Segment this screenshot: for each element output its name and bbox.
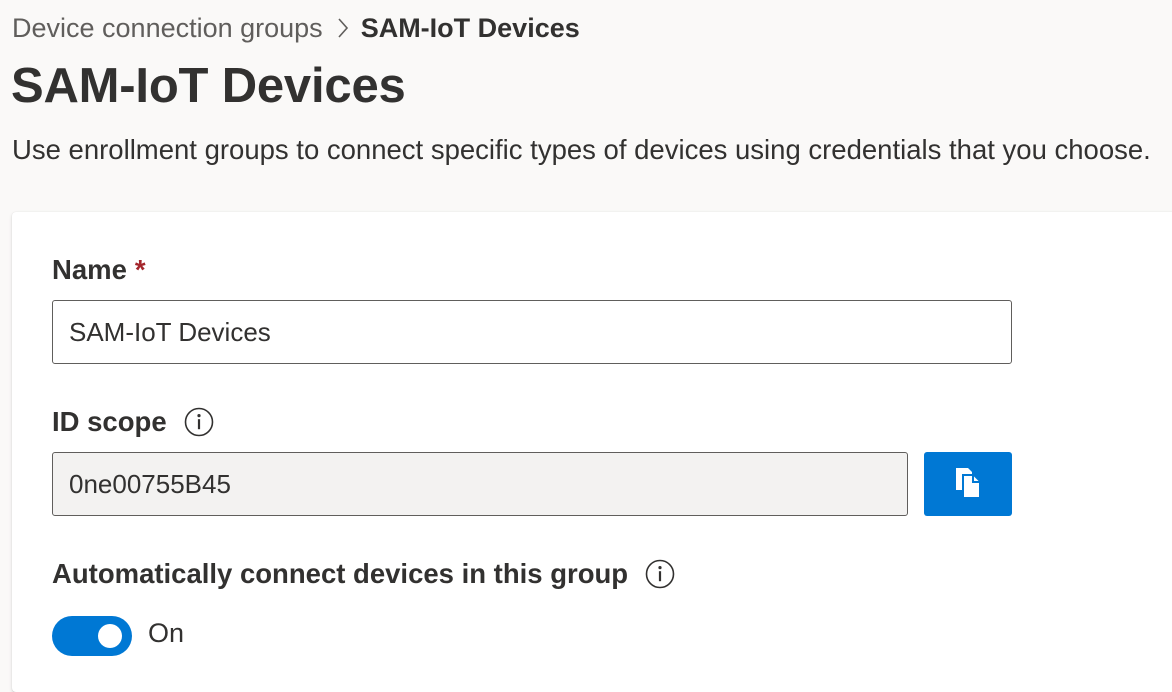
name-field-label: Name * [52,254,146,286]
chevron-right-icon [337,17,349,39]
breadcrumb-current: SAM-IoT Devices [360,12,580,43]
auto-connect-field-label: Automatically connect devices in this gr… [52,558,676,590]
name-input[interactable] [52,300,1012,364]
id-scope-input[interactable] [52,452,908,516]
id-scope-label-text: ID scope [52,406,167,437]
enrollment-group-card: Name * ID scope Automatically connect de… [12,212,1172,692]
info-icon[interactable] [644,558,676,590]
auto-connect-label-text: Automatically connect devices in this gr… [52,558,629,589]
copy-id-scope-button[interactable] [924,452,1012,516]
breadcrumb: Device connection groups SAM-IoT Devices [12,10,580,46]
breadcrumb-link-device-connection-groups[interactable]: Device connection groups [12,13,323,44]
auto-connect-toggle[interactable] [52,616,132,656]
toggle-state-label: On [148,618,185,648]
toggle-thumb [98,624,122,648]
id-scope-field-label: ID scope [52,406,215,438]
copy-icon [953,466,983,503]
info-icon[interactable] [183,406,215,438]
page-description: Use enrollment groups to connect specifi… [12,134,1151,165]
name-label-text: Name [52,254,127,285]
required-marker: * [134,254,146,285]
page-title: SAM-IoT Devices [11,59,406,113]
